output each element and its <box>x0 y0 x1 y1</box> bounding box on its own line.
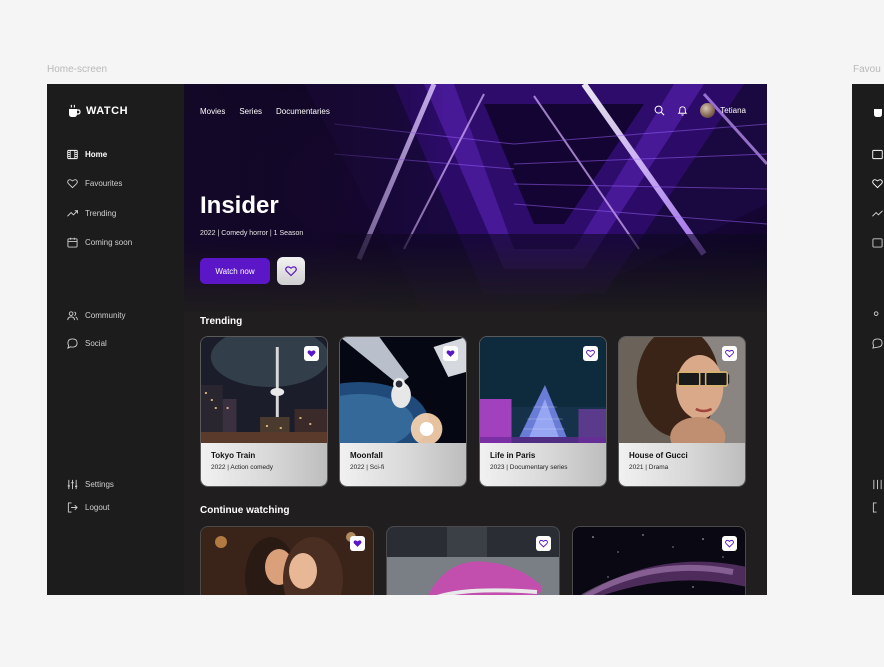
avatar <box>700 103 716 118</box>
card-info: Tokyo Train 2022 | Action comedy <box>201 443 327 486</box>
card-info: Moonfall 2022 | Sci-fi <box>340 443 466 486</box>
hero-banner: Movies Series Documentaries Tetiana Insi… <box>184 84 767 312</box>
logo-text: WATCH <box>86 105 129 117</box>
second-frame-preview <box>852 84 884 595</box>
card-image <box>387 527 559 595</box>
top-nav: Movies Series Documentaries <box>200 107 330 116</box>
sidebar-item-community[interactable]: Community <box>67 310 125 321</box>
user-menu[interactable]: Tetiana <box>700 103 746 118</box>
trending-title: Trending <box>200 316 243 327</box>
continue-watching-card[interactable] <box>572 526 746 595</box>
continue-watching-card[interactable] <box>386 526 560 595</box>
heart-filled-icon <box>446 350 455 357</box>
trending-icon <box>872 210 883 217</box>
add-favourite-button[interactable] <box>277 257 305 285</box>
logo[interactable]: WATCH <box>67 104 128 118</box>
sidebar-item-coming-soon[interactable]: Coming soon <box>67 237 132 248</box>
logout-icon <box>872 502 877 513</box>
heart-icon <box>725 539 734 548</box>
favourite-toggle[interactable] <box>722 536 737 551</box>
card-subtitle: 2023 | Documentary series <box>490 464 568 471</box>
hero-title: Insider <box>200 192 279 219</box>
users-icon <box>873 311 879 316</box>
sidebar-item-home[interactable]: Home <box>67 149 107 160</box>
sidebar-item-label: Settings <box>85 480 114 489</box>
sliders-icon <box>67 479 78 490</box>
card-image <box>201 527 373 595</box>
sidebar: WATCH Home Favourites Trending Coming so… <box>47 84 184 595</box>
favourite-toggle[interactable] <box>350 536 365 551</box>
trending-card-house-of-gucci[interactable]: House of Gucci 2021 | Drama <box>618 336 746 487</box>
sidebar-item-label: Logout <box>85 503 110 512</box>
sidebar-item-favourites[interactable]: Favourites <box>67 178 122 189</box>
bell-icon[interactable] <box>677 105 688 116</box>
logout-icon <box>67 502 78 513</box>
favourite-toggle[interactable] <box>443 346 458 361</box>
favourite-toggle[interactable] <box>583 346 598 361</box>
sidebar-item-label: Coming soon <box>85 238 133 247</box>
card-info: Life in Paris 2023 | Documentary series <box>480 443 606 486</box>
continue-watching-card[interactable] <box>200 526 374 595</box>
calendar-icon <box>872 238 883 248</box>
cup-icon <box>69 104 81 117</box>
users-icon <box>67 311 78 321</box>
heart-filled-icon <box>353 540 362 547</box>
trending-card-tokyo-train[interactable]: Tokyo Train 2022 | Action comedy <box>200 336 328 487</box>
main-content: Movies Series Documentaries Tetiana Insi… <box>184 84 767 595</box>
search-icon[interactable] <box>654 105 665 116</box>
card-title: House of Gucci <box>629 451 688 460</box>
sidebar-item-label: Trending <box>85 209 117 218</box>
sidebar-item-logout[interactable]: Logout <box>67 502 109 513</box>
sidebar-item-label: Community <box>85 311 126 320</box>
heart-icon <box>586 349 595 358</box>
sidebar-item-trending[interactable]: Trending <box>67 208 116 219</box>
continue-watching-title: Continue watching <box>200 505 290 516</box>
calendar-icon <box>67 237 78 248</box>
top-nav-series[interactable]: Series <box>239 107 262 116</box>
favourite-toggle[interactable] <box>304 346 319 361</box>
heart-icon <box>725 349 734 358</box>
favourite-toggle[interactable] <box>722 346 737 361</box>
card-subtitle: 2021 | Drama <box>629 464 669 471</box>
heart-icon <box>539 539 548 548</box>
trending-card-moonfall[interactable]: Moonfall 2022 | Sci-fi <box>339 336 467 487</box>
heart-icon <box>872 179 883 189</box>
card-info: House of Gucci 2021 | Drama <box>619 443 745 486</box>
film-icon <box>67 149 78 160</box>
sidebar-item-settings[interactable]: Settings <box>67 479 114 490</box>
trending-icon <box>67 210 78 217</box>
favourite-toggle[interactable] <box>536 536 551 551</box>
user-name: Tetiana <box>720 106 746 115</box>
frame-label-home: Home-screen <box>47 64 108 75</box>
film-icon <box>872 149 883 160</box>
chat-icon <box>67 338 78 349</box>
top-right-controls: Tetiana <box>654 103 746 118</box>
card-subtitle: 2022 | Sci-fi <box>350 464 385 471</box>
card-title: Life in Paris <box>490 451 536 460</box>
cup-icon <box>874 109 882 117</box>
card-subtitle: 2022 | Action comedy <box>211 464 274 471</box>
heart-icon <box>285 266 297 277</box>
card-image <box>573 527 745 595</box>
sidebar-item-label: Social <box>85 339 107 348</box>
trending-card-life-in-paris[interactable]: Life in Paris 2023 | Documentary series <box>479 336 607 487</box>
chat-icon <box>872 338 883 349</box>
app-window: WATCH Home Favourites Trending Coming so… <box>47 84 767 595</box>
frame-label-favourites: Favou <box>853 64 881 75</box>
top-nav-movies[interactable]: Movies <box>200 107 225 116</box>
card-title: Tokyo Train <box>211 451 256 460</box>
hero-bottom-shade <box>184 242 767 312</box>
sidebar-item-social[interactable]: Social <box>67 338 107 349</box>
heart-icon <box>67 179 78 189</box>
sliders-icon <box>873 479 882 490</box>
watch-now-button[interactable]: Watch now <box>200 258 270 284</box>
sidebar-item-label: Favourites <box>85 179 123 188</box>
card-title: Moonfall <box>350 451 383 460</box>
hero-meta: 2022 | Comedy horror | 1 Season <box>200 230 304 237</box>
sidebar-item-label: Home <box>85 150 108 159</box>
top-nav-documentaries[interactable]: Documentaries <box>276 107 330 116</box>
heart-filled-icon <box>307 350 316 357</box>
